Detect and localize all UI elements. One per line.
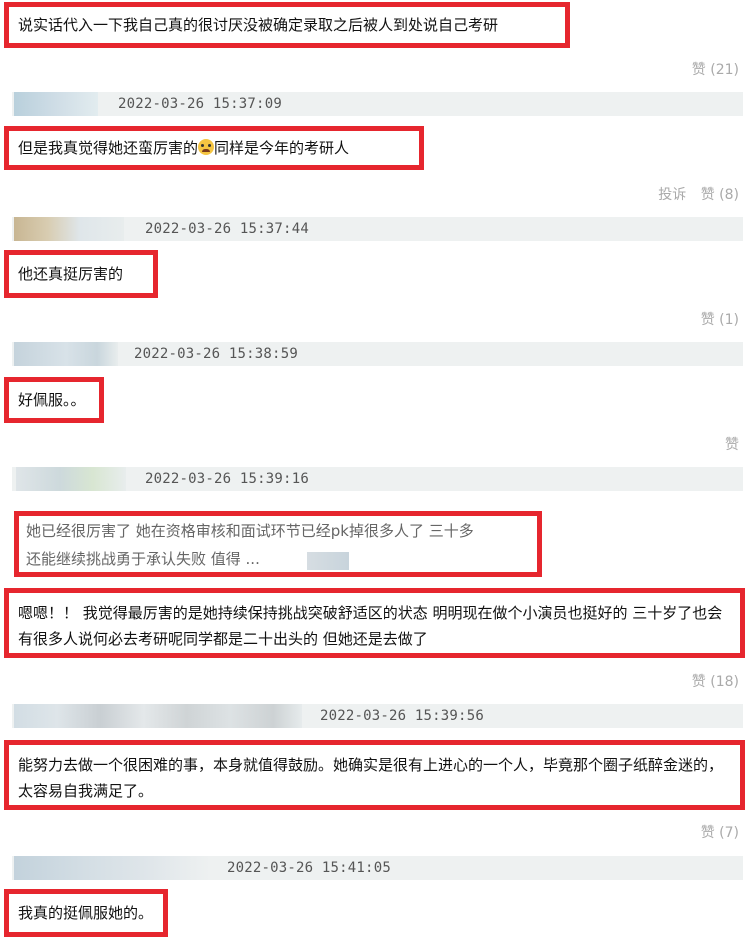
like-button[interactable]: 赞 (18): [692, 674, 739, 690]
comment-text-part: 但是我真觉得她还蛮厉害的: [18, 139, 199, 157]
comment-text: 说实话代入一下我自己真的很讨厌没被确定录取之后被人到处说自己考研: [18, 16, 499, 34]
comment-text-part: 同样是今年的考研人: [214, 139, 350, 157]
comment-actions: 赞: [715, 435, 739, 455]
timestamp: 2022-03-26 15:39:16: [145, 471, 309, 487]
like-button[interactable]: 赞 (1): [701, 312, 739, 328]
comment-actions: 投诉 赞 (8): [648, 185, 739, 205]
comment-text: 但是我真觉得她还蛮厉害的 同样是今年的考研人: [18, 137, 349, 159]
comment-text-box: 但是我真觉得她还蛮厉害的 同样是今年的考研人: [4, 126, 424, 170]
avatar: [307, 552, 349, 570]
like-button[interactable]: 赞 (8): [701, 187, 739, 203]
like-button[interactable]: 赞: [725, 437, 739, 453]
comment-text: 我真的挺佩服她的。: [18, 904, 154, 922]
quoted-reply-text: 她已经很厉害了 她在资格审核和面试环节已经pk掉很多人了 三十多: [26, 522, 474, 540]
comment-meta-bar: 2022-03-26 15:38:59: [12, 342, 743, 366]
avatar: [14, 342, 118, 366]
comment-text-box: 我真的挺佩服她的。: [4, 889, 168, 937]
comment-text-box: 好佩服。。: [4, 377, 104, 423]
comment-text: 好佩服。。: [18, 391, 86, 409]
comment-actions: 赞 (18): [682, 672, 739, 692]
comment-text-box: 嗯嗯！！ 我觉得最厉害的是她持续保持挑战突破舒适区的状态 明明现在做个小演员也挺…: [4, 588, 745, 658]
timestamp: 2022-03-26 15:37:09: [118, 96, 282, 112]
like-button[interactable]: 赞 (7): [701, 825, 739, 841]
comment-text: 他还真挺厉害的: [18, 265, 124, 283]
like-button[interactable]: 赞 (21): [692, 62, 739, 78]
comment-text-box: 他还真挺厉害的: [4, 250, 158, 298]
timestamp: 2022-03-26 15:39:56: [320, 708, 484, 724]
comment-text: 嗯嗯！！ 我觉得最厉害的是她持续保持挑战突破舒适区的状态 明明现在做个小演员也挺…: [18, 604, 723, 648]
timestamp: 2022-03-26 15:38:59: [134, 346, 298, 362]
comment-meta-bar: 2022-03-26 15:37:09: [12, 92, 743, 116]
comment-actions: 赞 (7): [691, 823, 739, 843]
comment-meta-bar: 2022-03-26 15:37:44: [12, 217, 743, 241]
quoted-reply-text: 还能继续挑战勇于承认失败 值得 ...: [26, 550, 260, 568]
comment-text: 能努力去做一个很困难的事，本身就值得鼓励。她确实是很有上进心的一个人，毕竟那个圈…: [18, 756, 724, 800]
timestamp: 2022-03-26 15:41:05: [227, 860, 391, 876]
avatar: [14, 704, 302, 728]
comment-meta-bar: 2022-03-26 15:39:16: [12, 467, 743, 491]
comment-actions: 赞 (21): [682, 60, 739, 80]
timestamp: 2022-03-26 15:37:44: [145, 221, 309, 237]
avatar: [14, 217, 124, 241]
report-button[interactable]: 投诉: [658, 187, 686, 203]
avatar: [14, 92, 98, 116]
comment-meta-bar: 2022-03-26 15:41:05: [12, 856, 743, 880]
avatar: [14, 856, 210, 880]
comment-meta-bar: 2022-03-26 15:39:56: [12, 704, 743, 728]
comment-actions: 赞 (1): [691, 310, 739, 330]
crying-face-icon: [198, 139, 215, 155]
comment-text-box: 说实话代入一下我自己真的很讨厌没被确定录取之后被人到处说自己考研: [4, 2, 570, 48]
comment-text-box: 能努力去做一个很困难的事，本身就值得鼓励。她确实是很有上进心的一个人，毕竟那个圈…: [4, 740, 745, 810]
avatar: [16, 467, 126, 491]
quoted-reply-box: 她已经很厉害了 她在资格审核和面试环节已经pk掉很多人了 三十多 还能继续挑战勇…: [14, 511, 542, 577]
